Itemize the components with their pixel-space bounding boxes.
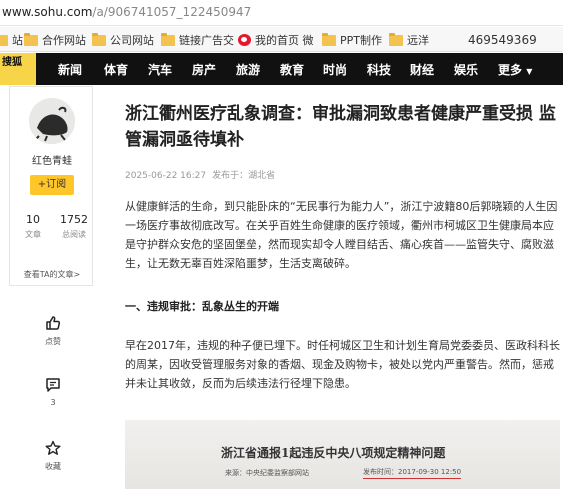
folder-icon [322, 32, 336, 46]
top-nav: 搜狐 新闻 体育 汽车 房产 旅游 教育 时尚 科技 财经 娱乐 更多 ▼ [0, 53, 563, 85]
address-bar[interactable]: www.sohu.com/a/906741057_122450947 [0, 0, 563, 26]
nav-item-education[interactable]: 教育 [280, 61, 304, 78]
bookmark-item[interactable]: 链接广告交 [161, 32, 234, 48]
bookmark-item[interactable]: PPT制作 [322, 32, 382, 48]
author-name[interactable]: 红色青蛙 [10, 152, 94, 167]
image-date: 发布时间：2017-09-30 12:50 [363, 467, 462, 479]
nav-item-tech[interactable]: 科技 [367, 61, 391, 78]
weibo-icon [238, 34, 251, 46]
follow-button[interactable]: +订阅 [30, 175, 74, 195]
bookmark-label: 链接广告交 [179, 34, 234, 47]
folder-icon [0, 34, 8, 46]
chevron-down-icon: ▼ [526, 67, 533, 76]
nav-item-travel[interactable]: 旅游 [236, 61, 260, 78]
bookmark-label: PPT制作 [340, 34, 382, 47]
author-articles-link[interactable]: 查看TA的文章> [10, 269, 94, 280]
bookmark-number: 469549369 [468, 33, 537, 47]
views-stat: 1752 总阅读 [54, 213, 94, 240]
article-image: 浙江省通报1起违反中央八项规定精神问题 来源：中央纪委监察部网站 发布时间：20… [125, 420, 560, 489]
bookmark-label: 远洋 [407, 34, 429, 47]
nav-item-fashion[interactable]: 时尚 [323, 61, 347, 78]
comment-action[interactable]: 3 [36, 377, 70, 407]
article-date: 2025-06-22 16:27 [125, 171, 207, 181]
nav-item-news[interactable]: 新闻 [58, 61, 82, 78]
folder-icon [389, 32, 403, 46]
author-card: 红色青蛙 +订阅 10 文章 1752 总阅读 查看TA的文章> [9, 86, 93, 286]
collect-action[interactable]: 收藏 [36, 440, 70, 472]
folder-icon [92, 32, 106, 46]
bookmark-item[interactable]: 我的首页 微 [238, 32, 314, 48]
nav-item-sports[interactable]: 体育 [104, 61, 128, 78]
views-label: 总阅读 [62, 230, 86, 239]
bookmark-label: 我的首页 微 [255, 34, 314, 47]
image-source: 来源：中央纪委监察部网站 [225, 469, 309, 477]
nav-item-finance[interactable]: 财经 [410, 61, 434, 78]
frog-avatar-image [29, 98, 75, 144]
bookmarks-bar: 站 合作网站 公司网站 链接广告交 我的首页 微 PPT制作 远洋 469549… [0, 27, 563, 52]
image-heading: 浙江省通报1起违反中央八项规定精神问题 [221, 446, 446, 460]
url-text[interactable]: www.sohu.com/a/906741057_122450947 [2, 5, 251, 19]
collect-label: 收藏 [45, 462, 61, 471]
article-title: 浙江衢州医疗乱象调查：审批漏洞致患者健康严重受损 监管漏洞亟待填补 [125, 104, 556, 150]
views-count: 1752 [60, 213, 88, 226]
like-action[interactable]: 点赞 [36, 315, 70, 347]
articles-label: 文章 [25, 230, 41, 239]
articles-count: 10 [26, 213, 40, 226]
section-heading: 一、违规审批：乱象丛生的开端 [125, 300, 279, 313]
comment-count: 3 [50, 398, 56, 407]
bookmark-label: 合作网站 [42, 34, 86, 47]
nav-item-more[interactable]: 更多 ▼ [498, 61, 532, 78]
url-host: www.sohu.com [2, 5, 93, 19]
nav-item-house[interactable]: 房产 [192, 61, 216, 78]
article-paragraph: 早在2017年，违规的种子便已埋下。时任柯城区卫生和计划生育局党委委员、医政科科… [125, 339, 560, 390]
star-icon [45, 440, 61, 455]
sohu-logo[interactable]: 搜狐 [0, 53, 36, 85]
nav-more-label: 更多 [498, 63, 523, 77]
bookmark-item[interactable]: 合作网站 [24, 32, 86, 48]
bookmark-item[interactable]: 公司网站 [92, 32, 154, 48]
article-paragraph: 从健康鲜活的生命，到只能卧床的“无民事行为能力人”，浙江宁波籍80后郭晓颖的人生… [125, 200, 558, 270]
article-source: 发布于：湖北省 [212, 171, 276, 181]
article-meta: 2025-06-22 16:27 发布于：湖北省 [125, 168, 275, 181]
nav-item-auto[interactable]: 汽车 [148, 61, 172, 78]
nav-item-entertainment[interactable]: 娱乐 [454, 61, 478, 78]
bookmark-partial[interactable]: 站 [0, 32, 23, 48]
avatar[interactable] [29, 98, 75, 144]
bookmark-label: 公司网站 [110, 34, 154, 47]
url-path: /a/906741057_122450947 [92, 5, 252, 19]
like-label: 点赞 [45, 337, 61, 346]
comment-icon [46, 378, 60, 392]
bookmark-item[interactable]: 远洋 [389, 32, 429, 48]
thumbs-up-icon [46, 316, 61, 330]
articles-stat: 10 文章 [13, 213, 53, 240]
folder-icon [24, 32, 38, 46]
folder-icon [161, 32, 175, 46]
